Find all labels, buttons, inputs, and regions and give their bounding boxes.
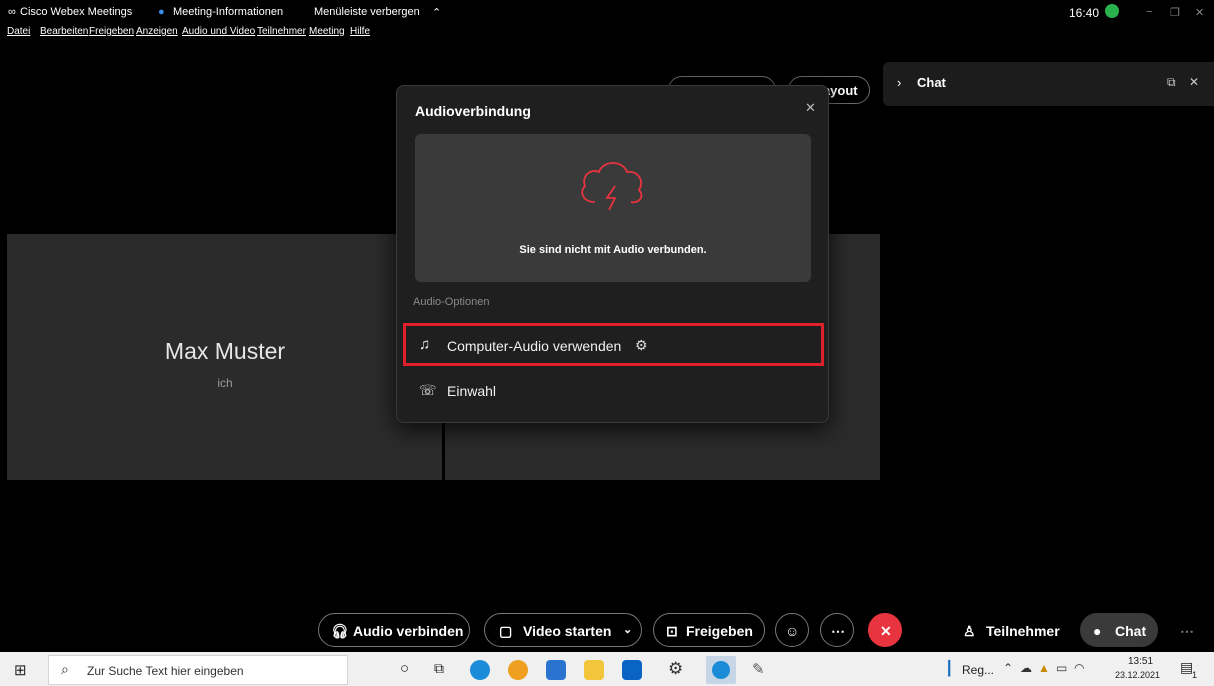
tray-onedrive-icon[interactable]: ☁ bbox=[1020, 661, 1032, 675]
video-off-icon: ▢ bbox=[499, 623, 513, 639]
more-icon: ⋯ bbox=[831, 623, 845, 639]
hide-menu-button[interactable]: Menüleiste verbergen bbox=[314, 6, 420, 18]
tile-divider bbox=[442, 420, 444, 480]
dialog-close-icon[interactable]: ✕ bbox=[805, 100, 816, 116]
chat-button[interactable]: ● Chat bbox=[1080, 613, 1158, 647]
audio-status-box: Sie sind nicht mit Audio verbunden. bbox=[415, 134, 811, 282]
popout-icon[interactable]: ⧉ bbox=[1167, 75, 1176, 90]
store-icon[interactable] bbox=[546, 660, 566, 680]
cloud-disconnected-icon bbox=[581, 162, 643, 211]
dial-in-label: Einwahl bbox=[447, 383, 497, 399]
shield-icon: ● bbox=[158, 6, 165, 18]
participants-icon: ♙ bbox=[963, 623, 976, 639]
participant-subtitle: ich bbox=[217, 376, 233, 390]
tray-chevron-up-icon[interactable]: ⌃ bbox=[1003, 661, 1013, 675]
participants-button[interactable]: ♙ Teilnehmer bbox=[950, 613, 1068, 647]
clock: 16:40 bbox=[1069, 6, 1100, 20]
paint-icon[interactable]: ✎ bbox=[752, 660, 765, 678]
share-icon: ⊡ bbox=[666, 623, 678, 639]
notification-count: 1 bbox=[1192, 670, 1198, 680]
end-meeting-button[interactable]: ✕ bbox=[868, 613, 902, 647]
more-options-button[interactable]: ⋯ bbox=[820, 613, 854, 647]
toolbar-more-icon[interactable]: ⋯ bbox=[1172, 613, 1202, 647]
meeting-info-button[interactable]: Meeting-Informationen bbox=[173, 6, 283, 18]
menu-meeting[interactable]: Meeting bbox=[309, 26, 345, 37]
taskbar-search-box[interactable]: ⌕ Zur Suche Text hier eingeben bbox=[48, 655, 348, 685]
title-bar: ∞ Cisco Webex Meetings ● Meeting-Informa… bbox=[0, 0, 1214, 24]
menu-teilnehmer[interactable]: Teilnehmer bbox=[257, 26, 306, 37]
chevron-down-icon[interactable]: ⌄ bbox=[623, 623, 632, 636]
audio-status-text: Sie sind nicht mit Audio verbunden. bbox=[519, 244, 707, 256]
tray-app-icon: ┃ bbox=[945, 660, 954, 676]
headset-icon: 🎧︎ bbox=[331, 623, 349, 639]
restore-icon[interactable]: ❐ bbox=[1170, 6, 1180, 19]
settings-icon[interactable]: ⚙ bbox=[668, 659, 683, 679]
end-call-icon: ✕ bbox=[880, 623, 892, 639]
outlook-icon[interactable] bbox=[622, 660, 642, 680]
connection-status-icon[interactable] bbox=[1105, 4, 1119, 18]
window-close-icon[interactable]: ✕ bbox=[1195, 6, 1204, 19]
phone-icon: ☏ bbox=[419, 382, 437, 398]
minimize-icon[interactable]: − bbox=[1146, 6, 1152, 18]
reactions-button[interactable]: ☺ bbox=[775, 613, 809, 647]
search-icon: ⌕ bbox=[61, 661, 69, 677]
dialog-title: Audioverbindung bbox=[415, 103, 531, 119]
chat-bubble-icon: ● bbox=[1093, 623, 1102, 639]
headset-icon: ♫ bbox=[419, 336, 431, 353]
chrome-icon[interactable] bbox=[508, 660, 528, 680]
menu-bar: Datei Bearbeiten Freigeben Anzeigen Audi… bbox=[0, 24, 1214, 42]
audio-options-label: Audio-Optionen bbox=[413, 296, 490, 308]
webex-taskbar-icon[interactable] bbox=[706, 656, 736, 684]
webex-logo-icon: ∞ bbox=[8, 6, 16, 18]
emoji-icon: ☺ bbox=[785, 623, 800, 639]
cortana-icon[interactable]: ○ bbox=[400, 660, 409, 677]
menu-freigeben[interactable]: Freigeben bbox=[89, 26, 134, 37]
edge-icon[interactable] bbox=[470, 660, 490, 680]
tray-app-label[interactable]: Reg... bbox=[962, 663, 994, 677]
chat-panel-header: › Chat ⧉ ✕ bbox=[883, 62, 1214, 106]
search-placeholder: Zur Suche Text hier eingeben bbox=[87, 664, 244, 678]
tray-warning-icon[interactable]: ▲ bbox=[1038, 661, 1050, 675]
menu-audio-video[interactable]: Audio und Video bbox=[182, 26, 255, 37]
wifi-icon[interactable]: ◠ bbox=[1074, 661, 1084, 675]
share-button[interactable]: ⊡ Freigeben bbox=[653, 613, 765, 647]
taskbar-date[interactable]: 23.12.2021 bbox=[1115, 670, 1160, 680]
file-explorer-icon[interactable] bbox=[584, 660, 604, 680]
menu-bearbeiten[interactable]: Bearbeiten bbox=[40, 26, 88, 37]
task-view-icon[interactable]: ⧉ bbox=[434, 660, 444, 677]
chevron-right-icon[interactable]: › bbox=[897, 75, 901, 90]
windows-start-icon[interactable]: ⊞ bbox=[14, 661, 27, 679]
taskbar-time[interactable]: 13:51 bbox=[1128, 656, 1153, 667]
menu-anzeigen[interactable]: Anzeigen bbox=[136, 26, 178, 37]
connect-audio-button[interactable]: 🎧︎ Audio verbinden bbox=[318, 613, 470, 647]
start-video-button[interactable]: ▢ Video starten ⌄ bbox=[484, 613, 642, 647]
app-title: Cisco Webex Meetings bbox=[20, 6, 133, 18]
battery-icon[interactable]: ▭ bbox=[1056, 661, 1067, 675]
participant-name: Max Muster bbox=[164, 338, 286, 364]
audio-connection-dialog: Audioverbindung ✕ Sie sind nicht mit Aud… bbox=[396, 85, 829, 423]
chevron-up-icon[interactable]: ⌃ bbox=[432, 6, 441, 19]
chat-close-icon[interactable]: ✕ bbox=[1189, 75, 1199, 89]
computer-audio-label: Computer-Audio verwenden bbox=[447, 338, 622, 354]
menu-hilfe[interactable]: Hilfe bbox=[350, 26, 370, 37]
menu-datei[interactable]: Datei bbox=[7, 26, 30, 37]
chat-panel-title: Chat bbox=[917, 75, 946, 90]
settings-gear-icon[interactable]: ⚙ bbox=[635, 337, 648, 354]
